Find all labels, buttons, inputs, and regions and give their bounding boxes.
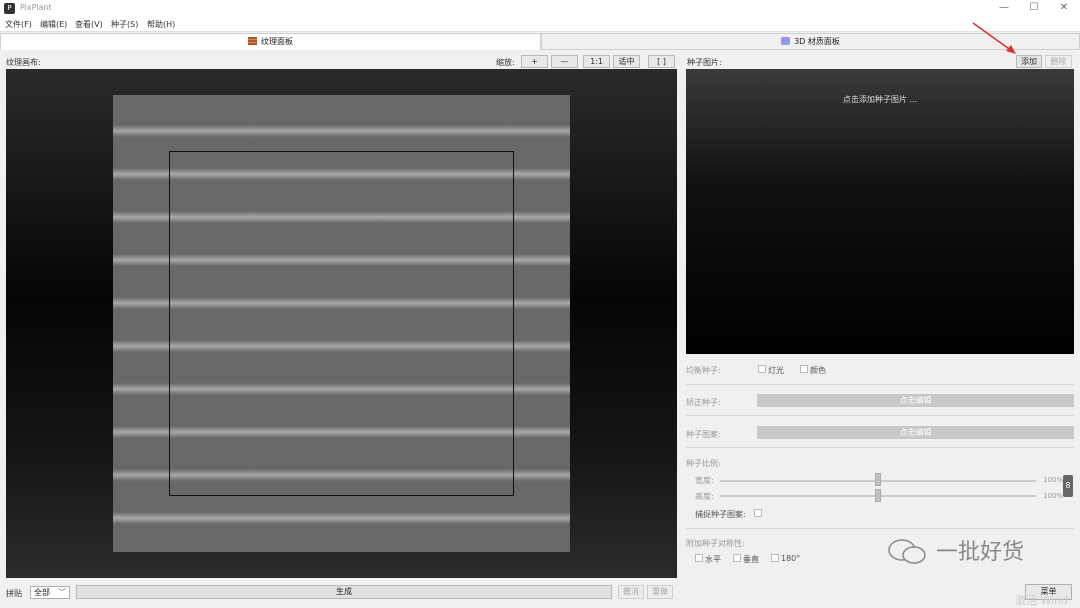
light-label: 灯光 [768,366,784,375]
color-label: 颜色 [810,366,826,375]
canvas-label: 纹理画布: [6,58,41,67]
width-slider-handle[interactable] [875,473,881,486]
tile-label: 拼贴 [6,589,22,598]
link-icon[interactable]: 8 [1063,475,1073,497]
width-percent: 100% [1043,476,1064,484]
menu-bar: 文件(F) 编辑(E) 查看(V) 种子(S) 帮助(H) [0,17,1080,32]
watermark-text: 一批好货 [936,540,1025,565]
zoom-frame-button[interactable]: [ ] [648,55,675,68]
balance-seed-label: 均衡种子: [686,366,721,375]
menu-view[interactable]: 查看(V) [75,19,103,30]
pixplant-logo-icon: P [4,3,15,14]
panel-tabs: 纹理面板 3D 材质面板 [0,33,1080,50]
symmetry-label: 附加种子对称性: [686,539,745,548]
tile-select[interactable]: 全部 ﹀ [30,586,70,599]
delete-seed-button[interactable]: 删除 [1045,55,1072,68]
seed-image-label: 种子图片: [687,58,722,67]
capture-pattern-checkbox[interactable] [754,509,762,517]
rotate-180-checkbox[interactable] [771,554,779,562]
menu-seed[interactable]: 种子(S) [111,19,138,30]
divider [686,447,1074,448]
color-checkbox[interactable] [800,365,808,373]
seed-pattern-label: 种子图案: [686,430,721,439]
zoom-1to1-button[interactable]: 1:1 [583,55,610,68]
rotate-180-label: 180° [781,554,801,563]
maximize-button[interactable]: ☐ [1024,1,1044,15]
close-button[interactable]: ✕ [1054,1,1074,15]
annotation-arrow [972,22,1016,54]
add-seed-hint: 点击添加种子图片 ... [842,95,918,104]
horizontal-checkbox[interactable] [695,554,703,562]
tab-texture-label: 纹理面板 [261,37,293,46]
texture-tile [113,95,570,552]
light-checkbox[interactable] [758,365,766,373]
chevron-down-icon: ﹀ [58,588,66,597]
menu-help[interactable]: 帮助(H) [147,19,175,30]
divider [686,528,1074,529]
height-label: 高度: [695,492,714,501]
wechat-icon [888,539,926,564]
horizontal-label: 水平 [705,555,721,564]
minimize-button[interactable]: — [994,1,1014,15]
texture-stripe [113,512,570,524]
menu-edit[interactable]: 编辑(E) [40,19,67,30]
height-percent: 100% [1043,492,1064,500]
activate-windows-text: 激活 Wind [1015,594,1069,607]
divider [686,384,1074,385]
capture-pattern-label: 捕捉种子图案: [695,510,746,519]
zoom-in-button[interactable]: + [521,55,548,68]
straighten-seed-label: 矫正种子: [686,398,721,407]
vertical-checkbox[interactable] [733,554,741,562]
divider [686,415,1074,416]
seed-preview-area[interactable]: 点击添加种子图片 ... [686,69,1074,354]
zoom-fit-button[interactable]: 适中 [613,55,640,68]
tile-boundary-rect [169,151,514,496]
texture-panel-icon [248,37,257,45]
generate-button[interactable]: 生成 [76,585,612,599]
menu-file[interactable]: 文件(F) [5,19,32,30]
vertical-label: 垂直 [743,555,759,564]
height-slider-handle[interactable] [875,489,881,502]
width-label: 宽度: [695,476,714,485]
texture-stripe [113,125,570,137]
zoom-out-button[interactable]: — [551,55,578,68]
app-title: PixPlant [20,3,52,12]
texture-canvas[interactable] [6,69,677,578]
seed-scale-label: 种子比例: [686,459,721,468]
3d-cube-icon [781,37,791,45]
straighten-edit-button[interactable]: 点击编辑 [757,394,1074,407]
zoom-label: 缩放: [496,58,515,67]
undo-button[interactable]: 撤消 [618,585,644,599]
title-bar: P PixPlant — ☐ ✕ [0,0,1080,17]
redo-button[interactable]: 重做 [647,585,673,599]
tile-select-value: 全部 [34,588,50,597]
pattern-edit-button[interactable]: 点击编辑 [757,426,1074,439]
tab-3d-label: 3D 材质面板 [794,37,840,46]
tab-texture-panel[interactable]: 纹理面板 [0,33,541,50]
